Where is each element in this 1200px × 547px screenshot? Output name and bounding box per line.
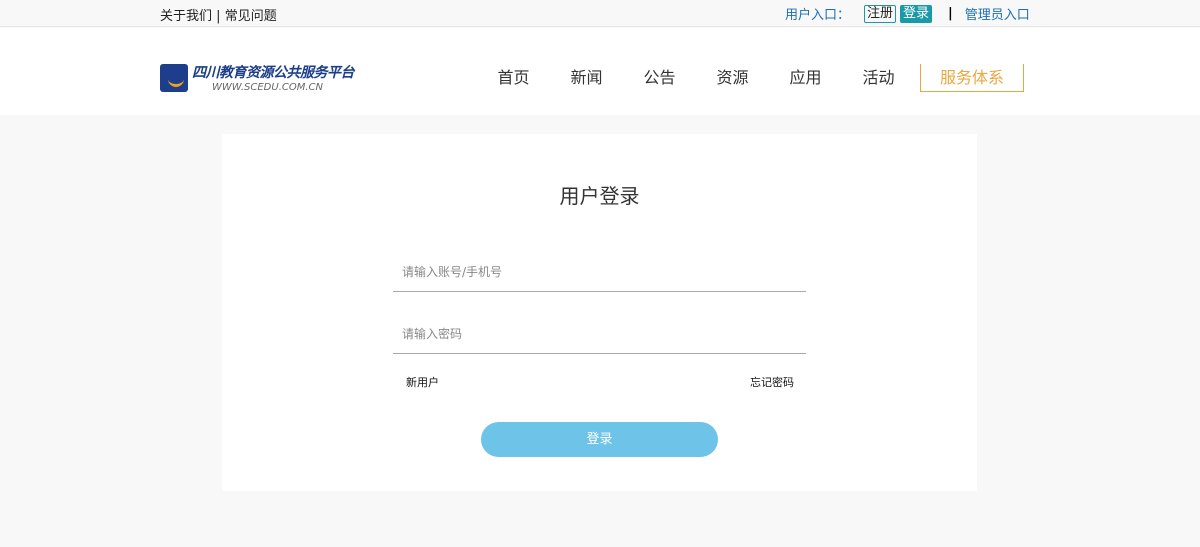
register-button[interactable]: 注册 (864, 4, 897, 23)
faq-link[interactable]: 常见问题 (225, 9, 277, 24)
logo-url: WWW.SCEDU.COM.CN (212, 82, 323, 93)
nav-news[interactable]: 新闻 (550, 64, 623, 92)
account-field (393, 252, 806, 292)
password-input[interactable] (393, 314, 806, 353)
account-input[interactable] (393, 252, 806, 291)
user-entry-label: 用户入口： (785, 8, 851, 23)
nav-service-system[interactable]: 服务体系 (920, 64, 1024, 92)
nav-notices[interactable]: 公告 (623, 64, 696, 92)
nav-resources[interactable]: 资源 (696, 64, 769, 92)
login-title: 用户登录 (559, 184, 640, 208)
top-login-button[interactable]: 登录 (900, 4, 933, 23)
login-card: 用户登录 新用户 忘记密码 登录 (222, 134, 977, 491)
separator: | (948, 6, 953, 21)
about-link[interactable]: 关于我们 (160, 9, 212, 24)
main-nav: 首页 新闻 公告 资源 应用 活动 服务体系 (477, 64, 1024, 92)
forgot-password-link[interactable]: 忘记密码 (750, 374, 794, 390)
login-submit-button[interactable]: 登录 (481, 422, 718, 457)
password-field (393, 314, 806, 354)
top-bar: 关于我们 | 常见问题 用户入口： 注册 登录 | 管理员入口 (0, 0, 1200, 27)
top-links: 关于我们 | 常见问题 (160, 5, 277, 24)
user-links: 用户入口： 注册 登录 | 管理员入口 (785, 4, 1030, 23)
new-user-link[interactable]: 新用户 (406, 374, 439, 390)
logo-name: 四川教育资源公共服务平台 (192, 65, 355, 81)
admin-entry-link[interactable]: 管理员入口 (965, 4, 1030, 23)
nav-home[interactable]: 首页 (477, 64, 550, 92)
divider: | (216, 9, 221, 24)
header: 四川教育资源公共服务平台 WWW.SCEDU.COM.CN 首页 新闻 公告 资… (0, 28, 1200, 115)
nav-activities[interactable]: 活动 (842, 64, 915, 92)
logo[interactable]: 四川教育资源公共服务平台 WWW.SCEDU.COM.CN (160, 62, 355, 93)
nav-apps[interactable]: 应用 (769, 64, 842, 92)
logo-icon (160, 63, 188, 92)
